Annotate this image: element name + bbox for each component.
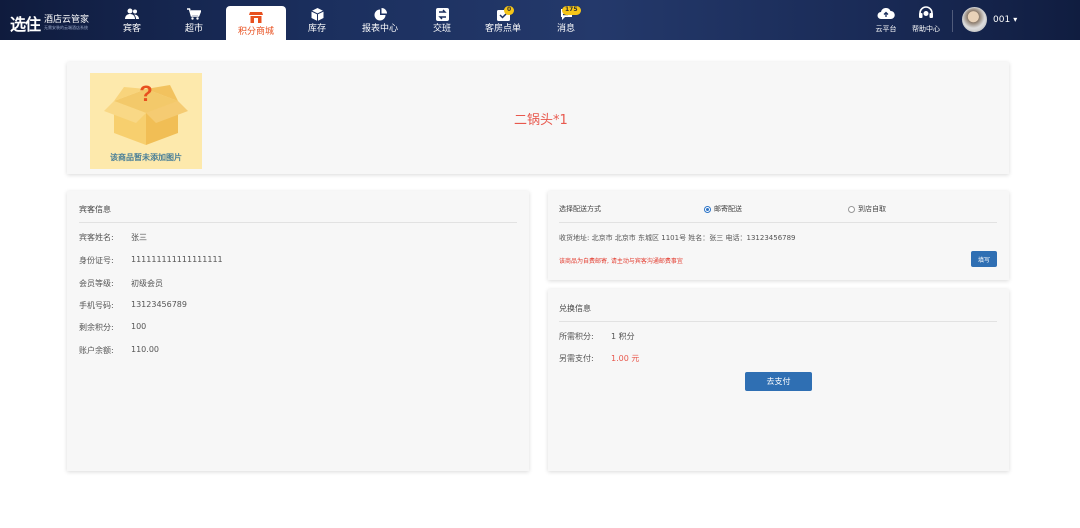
radio-mail-delivery[interactable]: 邮寄配送 (704, 204, 742, 214)
product-name: 二锅头*1 (514, 113, 568, 128)
cart-icon (186, 6, 202, 22)
cloud-platform-button[interactable]: 云平台 (870, 0, 902, 40)
nav-label: 交班 (432, 24, 451, 34)
pie-chart-icon (372, 6, 388, 22)
guest-name-value: 张三 (131, 233, 147, 242)
nav-shift-handover[interactable]: 交班 (426, 0, 458, 40)
headset-icon (918, 6, 934, 23)
nav-market[interactable]: 超市 (178, 0, 210, 40)
nav-room-order[interactable]: 客房点单 0 (480, 0, 526, 40)
member-level-label: 会员等级: (79, 279, 114, 288)
chevron-down-icon: ▾ (1013, 15, 1018, 24)
exchange-icon (434, 6, 450, 22)
radio-label: 邮寄配送 (714, 205, 742, 213)
guest-info-title: 宾客信息 (79, 205, 111, 214)
go-pay-button[interactable]: 去支付 (745, 372, 812, 391)
exchange-info-title: 兑换信息 (559, 304, 591, 313)
cloud-platform-label: 云平台 (875, 24, 897, 33)
member-level-value: 初级会员 (131, 279, 163, 288)
no-image-text: 该商品暂未添加图片 (110, 153, 182, 162)
top-navbar: 选住 酒店云管家 无需安装的云端酒店系统 宾客 超市 积分商城 库存 报表中心 … (0, 0, 1080, 40)
account-balance-label: 账户余额: (79, 346, 114, 355)
notification-badge: 175 (562, 6, 581, 15)
radio-label: 到店自取 (858, 205, 886, 213)
remaining-points-label: 剩余积分: (79, 323, 114, 332)
extra-payment-label: 另需支付: (559, 354, 594, 363)
section-divider (559, 321, 997, 322)
extra-payment-value: 1.00 元 (611, 354, 640, 363)
user-menu[interactable]: 001 ▾ (962, 7, 1017, 32)
users-icon (124, 6, 140, 22)
shipping-method-title: 选择配送方式 (559, 205, 601, 213)
nav-label: 宾客 (122, 24, 141, 34)
section-divider (79, 222, 517, 223)
brand[interactable]: 选住 酒店云管家 无需安装的云端酒店系统 (10, 11, 89, 35)
product-image-placeholder: ? 该商品暂未添加图片 (90, 73, 202, 169)
cloud-upload-icon (877, 7, 895, 23)
exchange-info-card: 兑换信息 所需积分: 1 积分 另需支付: 1.00 元 去支付 (548, 289, 1009, 471)
shipping-note: 该商品为自费邮寄, 请主动与宾客沟通邮费事宜 (559, 258, 683, 265)
box-icon (309, 6, 325, 22)
brand-logo: 选住 (10, 15, 41, 34)
required-points-label: 所需积分: (559, 332, 594, 341)
help-center-label: 帮助中心 (912, 25, 940, 33)
product-card: ? 该商品暂未添加图片 二锅头*1 (67, 62, 1009, 174)
store-icon (248, 9, 264, 25)
nav-label: 库存 (307, 24, 326, 34)
phone-value: 13123456789 (131, 300, 187, 309)
toolbar-divider (952, 10, 953, 32)
nav-reports[interactable]: 报表中心 (358, 0, 402, 40)
svg-text:?: ? (139, 81, 152, 106)
guest-info-card: 宾客信息 宾客姓名: 张三 身份证号: 111111111111111111 会… (67, 191, 529, 471)
nav-guest[interactable]: 宾客 (116, 0, 148, 40)
nav-label: 积分商城 (237, 27, 274, 37)
shipping-method-card: 选择配送方式 邮寄配送 到店自取 收货地址: 北京市 北京市 东城区 1101号… (548, 191, 1009, 280)
nav-label: 报表中心 (361, 24, 398, 34)
nav-label: 客房点单 (484, 24, 521, 34)
nav-points-mall[interactable]: 积分商城 (226, 6, 286, 40)
nav-label: 超市 (184, 24, 203, 34)
shipping-address: 收货地址: 北京市 北京市 东城区 1101号 姓名：张三 电话：1312345… (559, 234, 796, 242)
account-balance-value: 110.00 (131, 345, 159, 354)
nav-messages[interactable]: 消息 175 (552, 0, 581, 40)
avatar (962, 7, 987, 32)
phone-label: 手机号码: (79, 301, 114, 310)
radio-dot (704, 205, 711, 213)
help-center-button[interactable]: 帮助中心 (906, 0, 946, 40)
id-number-label: 身份证号: (79, 256, 114, 265)
radio-store-pickup[interactable]: 到店自取 (848, 204, 886, 214)
remaining-points-value: 100 (131, 322, 147, 331)
notification-badge: 0 (504, 6, 515, 15)
nav-inventory[interactable]: 库存 (300, 0, 334, 40)
radio-dot (848, 205, 855, 213)
brand-subtitle: 无需安装的云端酒店系统 (44, 25, 89, 30)
nav-label: 消息 (556, 24, 575, 34)
brand-name: 酒店云管家 (44, 15, 90, 25)
required-points-value: 1 积分 (611, 332, 635, 341)
empty-box-icon: ? (104, 81, 188, 145)
user-name: 001 (993, 14, 1011, 25)
id-number-value: 111111111111111111 (131, 255, 223, 264)
section-divider (559, 222, 997, 223)
guest-name-label: 宾客姓名: (79, 233, 114, 242)
fill-address-button[interactable]: 填写 (971, 251, 997, 267)
